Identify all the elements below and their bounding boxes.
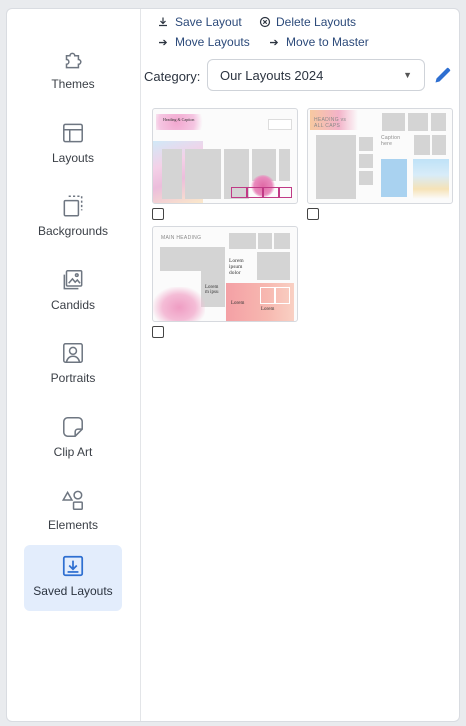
lorem-text: Lorem ipsum dolor [229,258,244,276]
photo-placeholder [431,113,446,131]
caption-text: Caption here [381,135,401,147]
download-icon [159,17,167,27]
watercolor-splash [153,287,205,321]
photo-placeholder [274,233,290,249]
move-layouts-button[interactable]: ➔ Move Layouts [156,35,250,49]
lorem-text: Lorem [231,301,245,306]
delete-layouts-button[interactable]: Delete Layouts [259,15,356,29]
photo-placeholder [162,149,182,199]
arrow-right-icon: ➔ [158,36,168,49]
photo-placeholder [359,154,373,168]
layout-3-checkbox[interactable] [152,326,164,338]
caption-box [268,119,292,130]
layout-thumbnail-3[interactable]: MAIN HEADING Lorem ipsum dolor Lorem m i… [152,226,298,322]
layout-thumbnail-2[interactable]: HEADING vs ALL CAPS Caption here [307,108,453,204]
photo-placeholder [316,135,356,199]
photo-placeholder [414,135,430,155]
frame-box [279,187,292,198]
move-layouts-label: Move Layouts [175,35,250,49]
frame-box [275,287,290,304]
sidebar-item-label: Backgrounds [37,224,109,238]
photo-placeholder [229,233,256,249]
layout-heading: MAIN HEADING [161,235,202,241]
lorem-text: Lorem [261,307,275,312]
sidebar-item-label: Portraits [50,371,96,385]
puzzle-icon [65,52,82,69]
sidebar-item-label: Elements [47,518,99,532]
frame-box [247,187,263,198]
category-value: Our Layouts 2024 [220,67,324,83]
sidebar-item-layouts[interactable]: Layouts [24,112,122,176]
photo-placeholder [359,137,373,151]
sidebar-item-portraits[interactable]: Portraits [24,332,122,396]
photo-placeholder [258,233,272,249]
photo-placeholder [257,252,290,280]
layout-icon [63,123,83,143]
download-box-icon [62,555,84,577]
watercolor-decoration [413,159,449,199]
photo-placeholder [359,171,373,185]
photo-placeholder [279,149,290,181]
arrow-right-icon: ➔ [269,36,279,49]
sidebar-item-label: Layouts [51,151,95,165]
sidebar-item-label: Saved Layouts [33,584,113,598]
sidebar-item-backgrounds[interactable]: Backgrounds [24,185,122,249]
save-layout-button[interactable]: Save Layout [156,15,242,29]
close-circle-icon [259,16,271,28]
chevron-down-icon: ▼ [403,70,412,80]
pencil-icon[interactable] [433,65,453,85]
category-label: Category: [144,69,201,84]
layout-2-checkbox[interactable] [307,208,319,220]
frame-box [231,187,247,198]
saved-layouts-panel: Themes Layouts Backgrounds Candids Portr… [6,8,460,722]
photos-icon [63,270,83,290]
sidebar-item-label: Candids [50,298,96,312]
sidebar-item-candids[interactable]: Candids [24,259,122,323]
lorem-text: Lorem m ipsu [205,285,219,296]
move-to-master-button[interactable]: ➔ Move to Master [267,35,369,49]
category-select[interactable]: Our Layouts 2024 ▼ [207,59,425,91]
portrait-icon [63,343,83,363]
layout-heading: Heading & Caption [163,117,195,122]
sidebar-item-saved-layouts[interactable]: Saved Layouts [24,545,122,611]
move-to-master-label: Move to Master [286,35,369,49]
sticker-icon [63,417,83,437]
layout-thumbnail-1[interactable]: Heading & Caption [152,108,298,204]
frame-box [260,287,275,304]
shapes-icon [61,490,83,510]
photo-placeholder [432,135,446,155]
background-icon [63,195,83,217]
sidebar: Themes Layouts Backgrounds Candids Portr… [7,9,141,721]
delete-layouts-label: Delete Layouts [276,15,357,29]
photo-placeholder [185,149,221,199]
frame-box [263,187,279,198]
layout-1-checkbox[interactable] [152,208,164,220]
sidebar-item-elements[interactable]: Elements [24,479,122,543]
main-content: Save Layout Delete Layouts ➔ Move Layout… [141,9,459,721]
watercolor-block [381,159,407,197]
sidebar-item-themes[interactable]: Themes [24,38,122,102]
photo-placeholder [408,113,428,131]
sidebar-item-label: Themes [51,77,95,91]
layout-heading: HEADING vs ALL CAPS [314,117,347,129]
save-layout-label: Save Layout [175,15,242,29]
sidebar-item-clip-art[interactable]: Clip Art [24,406,122,470]
sidebar-item-label: Clip Art [53,445,93,459]
photo-placeholder [382,113,405,131]
